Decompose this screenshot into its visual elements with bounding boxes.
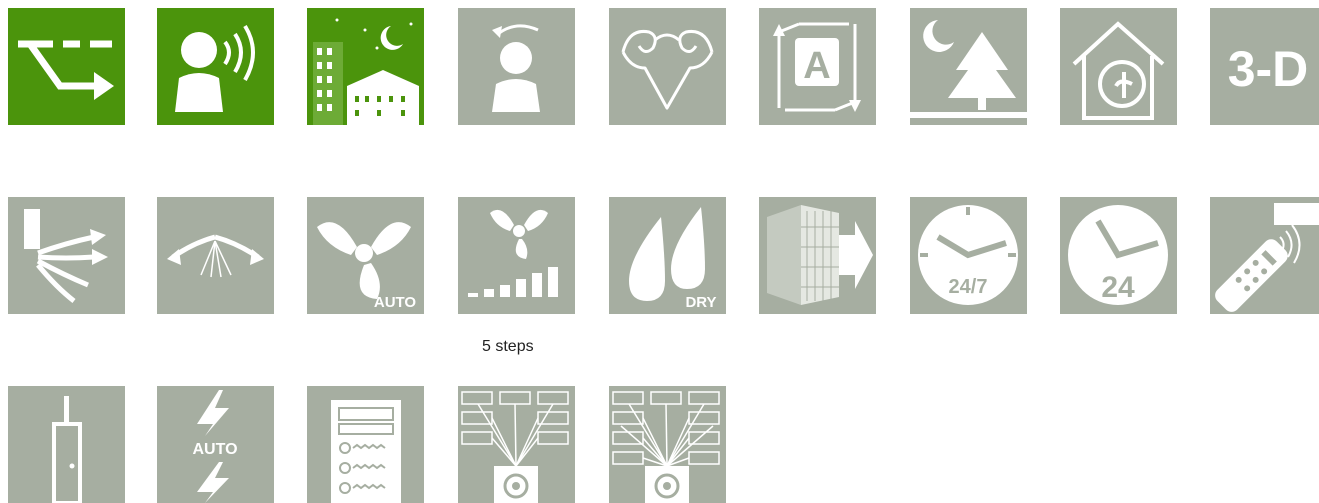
night-city-icon xyxy=(307,8,424,125)
direction-arrow-icon xyxy=(8,8,125,125)
filter-icon xyxy=(759,197,876,314)
auto-cycle-icon: A xyxy=(759,8,876,125)
multi-unit-network-icon xyxy=(458,386,575,503)
clock-24-7-icon: 24/7 xyxy=(910,197,1027,314)
auto-restart-label: AUTO xyxy=(192,441,237,458)
clock-24-7-label: 24/7 xyxy=(949,276,988,298)
quiet-home-icon xyxy=(1060,8,1177,125)
vertical-swing-icon xyxy=(8,197,125,314)
clock-24-label: 24 xyxy=(1101,271,1135,304)
remote-control-icon xyxy=(1210,197,1319,314)
dry-mode-icon: DRY xyxy=(609,197,726,314)
fan-auto-label: AUTO xyxy=(374,294,417,311)
person-rotate-icon xyxy=(458,8,575,125)
fan-steps-caption: 5 steps xyxy=(482,338,534,355)
3d-label: 3-D xyxy=(1228,41,1309,97)
fan-auto-icon: AUTO xyxy=(307,197,424,314)
muscles-icon xyxy=(609,8,726,125)
clock-24-icon: 24 xyxy=(1060,197,1177,314)
horizontal-swing-icon xyxy=(157,197,274,314)
door-contact-icon xyxy=(8,386,125,503)
3d-icon: 3-D xyxy=(1210,8,1319,125)
auto-restart-icon: AUTO xyxy=(157,386,274,503)
multi-unit-network-large-icon xyxy=(609,386,726,503)
person-sound-icon xyxy=(157,8,274,125)
control-panel-icon xyxy=(307,386,424,503)
auto-cycle-label: A xyxy=(803,45,830,87)
night-tree-icon xyxy=(910,8,1027,125)
dry-mode-label: DRY xyxy=(685,294,716,311)
fan-steps-icon xyxy=(458,197,575,314)
